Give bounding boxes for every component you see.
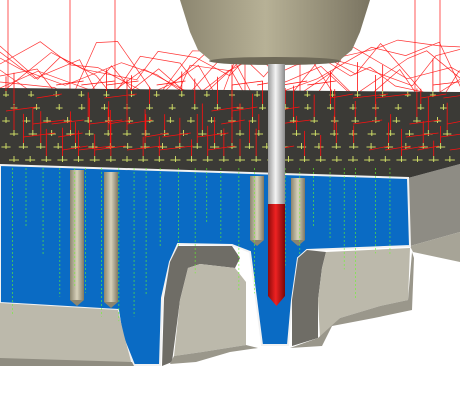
feed-line: [231, 80, 263, 86]
part-lower-left-face: [0, 303, 132, 365]
part-right-face: [408, 164, 460, 246]
right-pocket-wall-light: [318, 248, 410, 338]
simulation-viewport[interactable]: [0, 0, 460, 410]
feed-line: [307, 80, 336, 86]
drilled-hole: [291, 178, 305, 240]
drill-shank: [268, 64, 285, 204]
machining-scene: [0, 0, 460, 366]
drill-cutting-tip: [268, 204, 285, 306]
tool-holder-collet: [209, 57, 341, 65]
tool-holder: [180, 0, 370, 60]
drilled-hole: [250, 176, 264, 240]
drilled-hole: [104, 172, 118, 302]
drilled-hole: [70, 170, 84, 300]
